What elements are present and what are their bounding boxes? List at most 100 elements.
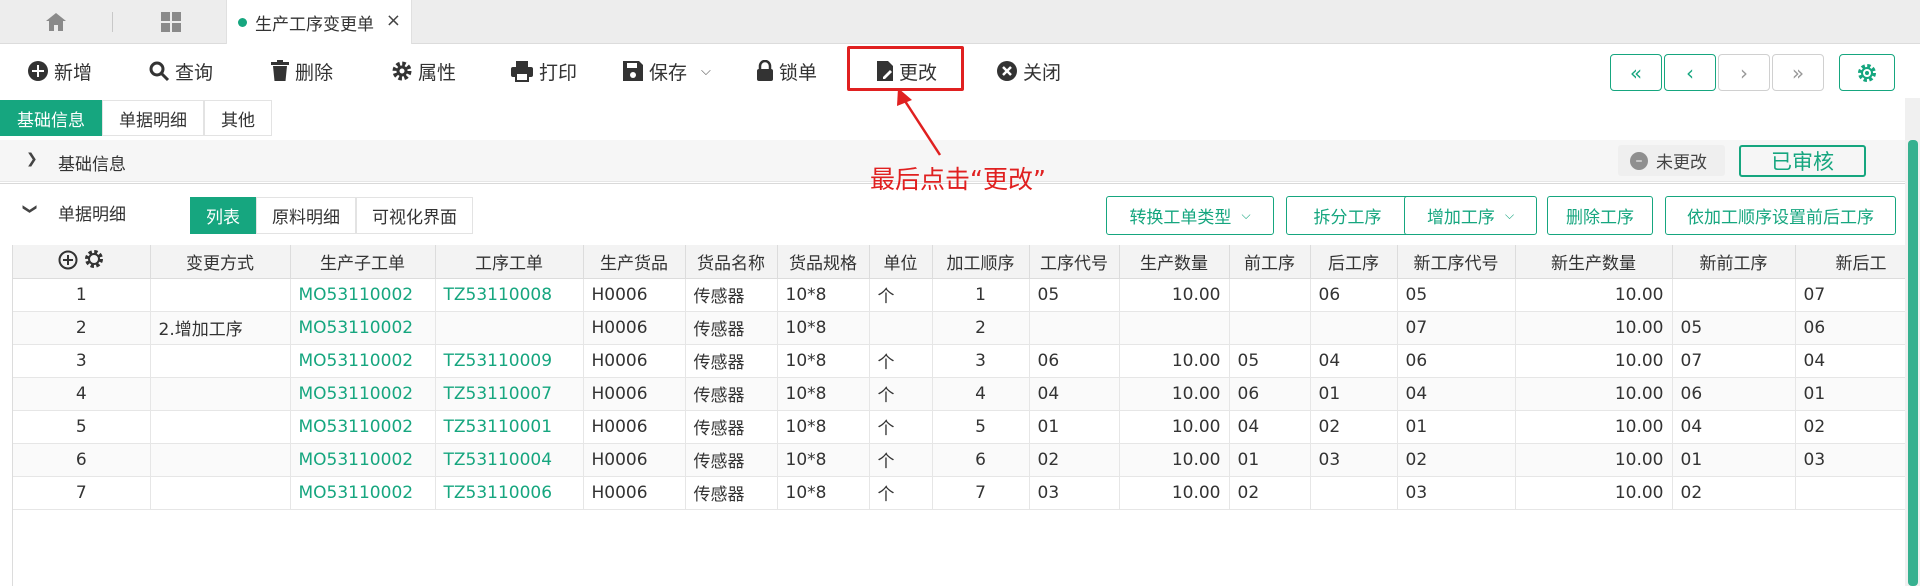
table-cell: 个 xyxy=(869,476,933,510)
convert-order-type-button[interactable]: 转换工单类型 ⌵ xyxy=(1106,196,1274,235)
chevron-right-icon[interactable]: ❯ xyxy=(26,151,38,167)
delete-button[interactable]: 删除 xyxy=(270,56,333,86)
delete-process-button[interactable]: 删除工序 xyxy=(1547,196,1653,235)
table-cell xyxy=(150,278,291,312)
column-header[interactable]: 生产数量 xyxy=(1119,245,1230,279)
first-record-button[interactable]: « xyxy=(1610,54,1662,91)
table-row[interactable]: 7 MO53110002 TZ53110006 H0006 传感器 10*8 个 7 03 10.… xyxy=(13,476,1905,510)
next-record-button[interactable]: › xyxy=(1718,54,1770,91)
column-header[interactable]: 工序代号 xyxy=(1029,245,1120,279)
annotation-text: 最后点击“更改” xyxy=(870,165,1046,194)
column-header[interactable]: 后工序 xyxy=(1310,245,1398,279)
apps-tab[interactable] xyxy=(135,0,207,44)
close-button[interactable]: 关闭 xyxy=(996,56,1061,86)
new-button[interactable]: 新增 xyxy=(27,56,92,86)
table-cell[interactable]: TZ53110008 xyxy=(435,278,584,312)
chevron-down-icon: ⌵ xyxy=(1504,208,1515,222)
table-header-row: 变更方式 生产子工单 工序工单 生产货品 货品名称 货品规格 单位 加工顺序 工… xyxy=(13,245,1905,279)
table-cell[interactable]: TZ53110004 xyxy=(435,443,584,477)
table-cell[interactable]: TZ53110001 xyxy=(435,410,584,444)
column-header[interactable]: 新生产数量 xyxy=(1515,245,1673,279)
column-header[interactable]: 新后工 xyxy=(1795,245,1905,279)
table-row[interactable]: 6 MO53110002 TZ53110004 H0006 传感器 10*8 个 6 02 10.… xyxy=(13,443,1905,477)
search-icon xyxy=(149,61,170,82)
audited-badge: 已审核 xyxy=(1739,145,1866,177)
table-cell: 06 xyxy=(1310,278,1398,312)
add-process-button[interactable]: 增加工序 ⌵ xyxy=(1404,196,1537,235)
table-row[interactable]: 5 MO53110002 TZ53110001 H0006 传感器 10*8 个 5 01 10.… xyxy=(13,410,1905,444)
subtab-material-detail[interactable]: 原料明细 xyxy=(256,197,356,234)
close-tab-icon[interactable]: × xyxy=(386,10,401,31)
table-cell xyxy=(150,410,291,444)
subtab-visual[interactable]: 可视化界面 xyxy=(356,197,473,234)
table-cell[interactable]: MO53110002 xyxy=(290,311,436,345)
column-header[interactable]: 生产货品 xyxy=(583,245,686,279)
table-cell xyxy=(1310,476,1398,510)
table-row[interactable]: 3 MO53110002 TZ53110009 H0006 传感器 10*8 个 3 06 10.… xyxy=(13,344,1905,378)
table-cell: 02 xyxy=(1795,410,1905,444)
table-cell[interactable]: TZ53110007 xyxy=(435,377,584,411)
detail-table: 变更方式 生产子工单 工序工单 生产货品 货品名称 货品规格 单位 加工顺序 工… xyxy=(13,245,1905,510)
chevron-down-icon[interactable]: ❯ xyxy=(22,203,38,215)
table-cell: 10*8 xyxy=(777,410,870,444)
column-header[interactable]: 变更方式 xyxy=(150,245,291,279)
table-cell: 03 xyxy=(1397,476,1516,510)
table-cell[interactable]: MO53110002 xyxy=(290,476,436,510)
home-tab[interactable] xyxy=(20,0,92,44)
set-process-order-button[interactable]: 依加工顺序设置前后工序 xyxy=(1665,196,1896,235)
table-cell: 10.00 xyxy=(1119,377,1230,411)
query-button[interactable]: 查询 xyxy=(148,56,213,86)
column-header[interactable]: 工序工单 xyxy=(435,245,584,279)
table-cell: 10.00 xyxy=(1515,311,1673,345)
table-cell[interactable]: MO53110002 xyxy=(290,443,436,477)
change-button-highlight xyxy=(847,46,964,91)
chevron-down-icon[interactable]: ⌵ xyxy=(701,64,711,79)
settings-button[interactable] xyxy=(1839,54,1895,91)
column-header[interactable]: 货品规格 xyxy=(777,245,870,279)
column-settings-icon[interactable] xyxy=(83,248,105,270)
save-button[interactable]: 保存 ⌵ xyxy=(622,56,711,86)
table-row[interactable]: 2 2.增加工序 MO53110002 H0006 传感器 10*8 2 07 10.00 05 0… xyxy=(13,311,1905,345)
last-record-button[interactable]: » xyxy=(1772,54,1824,91)
row-number-cell: 6 xyxy=(13,443,151,477)
subtab-list[interactable]: 列表 xyxy=(190,197,256,234)
table-cell: 03 xyxy=(1795,443,1905,477)
vertical-scrollbar[interactable] xyxy=(1908,140,1918,586)
prev-record-button[interactable]: ‹ xyxy=(1664,54,1716,91)
table-cell: 02 xyxy=(1229,476,1311,510)
lock-button[interactable]: 锁单 xyxy=(756,56,817,86)
table-cell: 05 xyxy=(1397,278,1516,312)
table-cell[interactable]: MO53110002 xyxy=(290,410,436,444)
column-header[interactable]: 新前工序 xyxy=(1672,245,1796,279)
column-header[interactable]: 加工顺序 xyxy=(932,245,1030,279)
table-row[interactable]: 4 MO53110002 TZ53110007 H0006 传感器 10*8 个 4 04 10.… xyxy=(13,377,1905,411)
tab-basic-info[interactable]: 基础信息 xyxy=(0,100,102,136)
column-header[interactable]: 前工序 xyxy=(1229,245,1311,279)
table-cell[interactable]: TZ53110006 xyxy=(435,476,584,510)
tab-document-detail[interactable]: 单据明细 xyxy=(102,100,204,136)
column-header[interactable]: 单位 xyxy=(869,245,933,279)
table-cell xyxy=(150,443,291,477)
column-header[interactable]: 货品名称 xyxy=(685,245,778,279)
tab-production-process-change[interactable]: 生产工序变更单 × xyxy=(226,0,412,45)
split-process-button[interactable]: 拆分工序 xyxy=(1286,196,1409,235)
table-cell: 传感器 xyxy=(685,377,778,411)
column-header[interactable]: 新工序代号 xyxy=(1397,245,1516,279)
table-cell: 传感器 xyxy=(685,476,778,510)
new-label: 新增 xyxy=(54,61,93,84)
tab-other[interactable]: 其他 xyxy=(204,100,272,136)
table-cell[interactable] xyxy=(435,311,584,345)
print-button[interactable]: 打印 xyxy=(510,56,577,86)
table-cell: 10.00 xyxy=(1515,278,1673,312)
add-row-icon[interactable] xyxy=(58,250,78,270)
table-cell: 01 xyxy=(1229,443,1311,477)
table-row[interactable]: 1 MO53110002 TZ53110008 H0006 传感器 10*8 个 1 05 10.… xyxy=(13,278,1905,312)
table-cell[interactable]: MO53110002 xyxy=(290,344,436,378)
table-cell: 07 xyxy=(1795,278,1905,312)
properties-button[interactable]: 属性 xyxy=(391,56,456,86)
table-cell[interactable]: MO53110002 xyxy=(290,377,436,411)
table-cell[interactable]: MO53110002 xyxy=(290,278,436,312)
column-header[interactable]: 生产子工单 xyxy=(290,245,436,279)
table-cell: H0006 xyxy=(583,443,686,477)
table-cell[interactable]: TZ53110009 xyxy=(435,344,584,378)
